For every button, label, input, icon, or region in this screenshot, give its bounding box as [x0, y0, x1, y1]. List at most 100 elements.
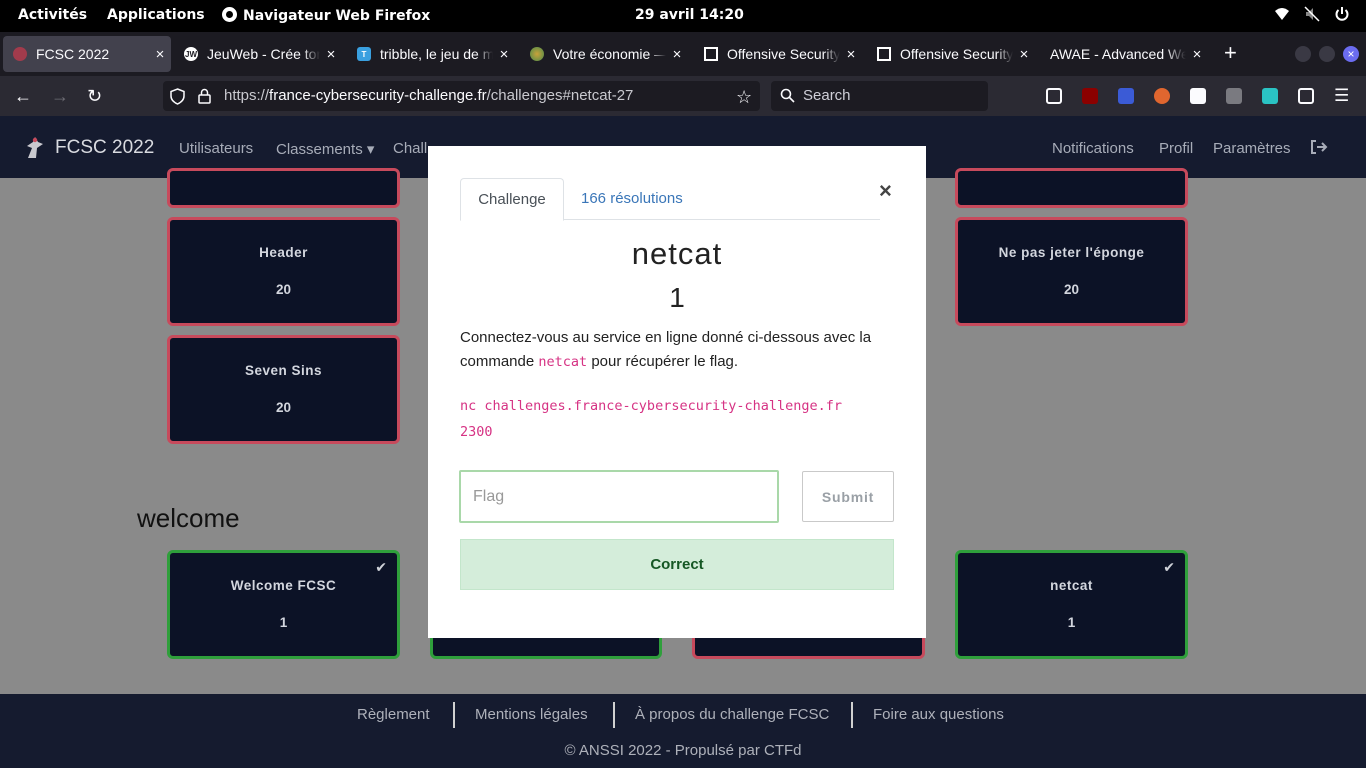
- tab-label: AWAE - Advanced We: [1050, 46, 1186, 62]
- tab-fcsc[interactable]: FCSC 2022 ×: [3, 36, 171, 72]
- challenge-card-partial[interactable]: [167, 168, 400, 208]
- tab-label: Offensive Security: [900, 46, 1013, 62]
- reload-icon[interactable]: ↻: [87, 86, 102, 106]
- wifi-icon[interactable]: [1274, 6, 1290, 26]
- close-tab-icon[interactable]: ×: [320, 46, 342, 63]
- tab-label: Votre économie —: [553, 46, 666, 62]
- window-title[interactable]: Navigateur Web Firefox: [222, 7, 430, 24]
- close-tab-icon[interactable]: ×: [1013, 46, 1035, 63]
- back-arrow-icon[interactable]: ←: [14, 86, 32, 106]
- extension-fox-icon[interactable]: [1154, 88, 1170, 104]
- extension-qr-icon[interactable]: [1298, 88, 1314, 104]
- shield-icon[interactable]: [170, 88, 185, 110]
- ublock-icon[interactable]: [1082, 88, 1098, 104]
- extension-glasses-icon[interactable]: [1190, 88, 1206, 104]
- search-bar[interactable]: Search: [771, 81, 988, 111]
- site-brand[interactable]: FCSC 2022: [55, 137, 154, 159]
- search-placeholder: Search: [803, 87, 851, 104]
- minimize-window-button[interactable]: [1295, 46, 1311, 62]
- tab-tribble[interactable]: T tribble, le jeu de m ×: [347, 36, 515, 72]
- hamburger-menu-icon[interactable]: ☰: [1334, 86, 1349, 106]
- clock[interactable]: 29 avril 14:20: [635, 7, 744, 23]
- footer-link-rules[interactable]: Règlement: [357, 706, 430, 723]
- new-tab-button[interactable]: +: [1224, 42, 1237, 64]
- bookmark-star-icon[interactable]: ☆: [736, 87, 752, 108]
- tab-awae[interactable]: AWAE - Advanced We ×: [1040, 36, 1208, 72]
- submit-button[interactable]: Submit: [802, 471, 894, 522]
- tab-jeuweb[interactable]: JW JeuWeb - Crée ton ×: [174, 36, 342, 72]
- nav-challenges[interactable]: Chall: [393, 140, 427, 157]
- applications-menu[interactable]: Applications: [107, 7, 205, 23]
- challenge-card-header[interactable]: Header 20: [167, 217, 400, 326]
- rooster-logo-icon[interactable]: [24, 136, 44, 160]
- tab-offsec-2[interactable]: Offensive Security ×: [867, 36, 1035, 72]
- challenge-card-netcat[interactable]: ✔ netcat 1: [955, 550, 1188, 659]
- tab-strip: FCSC 2022 × JW JeuWeb - Crée ton × T tri…: [0, 32, 1366, 76]
- challenge-card-seven-sins[interactable]: Seven Sins 20: [167, 335, 400, 444]
- url-text[interactable]: https://france-cybersecurity-challenge.f…: [224, 87, 633, 104]
- checkmark-icon: ✔: [1163, 559, 1175, 575]
- footer-separator: [613, 702, 615, 728]
- checkmark-icon: ✔: [375, 559, 387, 575]
- result-alert: Correct: [460, 539, 894, 590]
- description-text: pour récupérer le flag.: [587, 353, 739, 370]
- close-tab-icon[interactable]: ×: [840, 46, 862, 63]
- offsec-favicon-icon: [877, 47, 891, 61]
- search-icon: [780, 88, 795, 108]
- tab-economie[interactable]: Votre économie — ×: [520, 36, 688, 72]
- challenge-card-partial[interactable]: [955, 168, 1188, 208]
- nav-rankings[interactable]: Classements ▾: [276, 140, 374, 158]
- challenge-card-eponge[interactable]: Ne pas jeter l'éponge 20: [955, 217, 1188, 326]
- fcsc-favicon-icon: [13, 47, 27, 61]
- tab-offsec-1[interactable]: Offensive Security ×: [694, 36, 862, 72]
- activities-button[interactable]: Activités: [18, 7, 87, 23]
- firefox-icon: [222, 7, 237, 22]
- logout-icon[interactable]: [1310, 139, 1328, 160]
- footer-link-legal[interactable]: Mentions légales: [475, 706, 588, 723]
- command-port: 2300: [460, 424, 493, 440]
- challenge-description: Connectez-vous au service en ligne donné…: [460, 326, 900, 374]
- url-host: france-cybersecurity-challenge.fr: [269, 87, 487, 104]
- close-tab-icon[interactable]: ×: [493, 46, 515, 63]
- window-title-label: Navigateur Web Firefox: [243, 8, 431, 24]
- url-path: /challenges#netcat-27: [486, 87, 634, 104]
- footer-copyright: © ANSSI 2022 - Propulsé par CTFd: [564, 742, 802, 759]
- volume-muted-icon[interactable]: [1304, 6, 1320, 26]
- tab-label: Offensive Security: [727, 46, 840, 62]
- pocket-icon[interactable]: [1046, 88, 1062, 104]
- close-tab-icon[interactable]: ×: [666, 46, 688, 63]
- tab-solves[interactable]: 166 résolutions: [581, 190, 683, 207]
- extension-z-icon[interactable]: [1118, 88, 1134, 104]
- tab-challenge[interactable]: Challenge: [460, 178, 564, 221]
- card-name: netcat: [1050, 578, 1093, 593]
- card-points: 20: [1063, 282, 1080, 297]
- close-window-button[interactable]: ×: [1343, 46, 1359, 62]
- tab-label: JeuWeb - Crée ton: [207, 46, 320, 62]
- power-icon[interactable]: [1334, 6, 1350, 26]
- nav-notifications[interactable]: Notifications: [1052, 140, 1134, 157]
- system-tray[interactable]: [1274, 6, 1350, 26]
- close-modal-icon[interactable]: ×: [879, 178, 892, 204]
- nav-users[interactable]: Utilisateurs: [179, 140, 253, 157]
- footer-separator: [453, 702, 455, 728]
- forward-arrow-icon[interactable]: →: [51, 86, 69, 106]
- url-scheme: https://: [224, 87, 270, 104]
- nav-profile[interactable]: Profil: [1159, 140, 1193, 157]
- footer-link-faq[interactable]: Foire aux questions: [873, 706, 1004, 723]
- nav-settings[interactable]: Paramètres: [1213, 140, 1291, 157]
- jeuweb-favicon-icon: JW: [184, 47, 198, 61]
- footer-separator: [851, 702, 853, 728]
- challenge-card-welcome-fcsc[interactable]: ✔ Welcome FCSC 1: [167, 550, 400, 659]
- card-name: Welcome FCSC: [230, 578, 337, 593]
- extension-puzzle-icon[interactable]: [1226, 88, 1242, 104]
- command-line: nc challenges.france-cybersecurity-chall…: [460, 398, 843, 414]
- close-tab-icon[interactable]: ×: [1186, 46, 1208, 63]
- flag-input[interactable]: [459, 470, 779, 523]
- footer-link-about[interactable]: À propos du challenge FCSC: [635, 706, 829, 723]
- connection-command: nc challenges.france-cybersecurity-chall…: [460, 393, 880, 445]
- lock-icon[interactable]: [198, 88, 211, 109]
- extension-save-icon[interactable]: [1262, 88, 1278, 104]
- close-tab-icon[interactable]: ×: [149, 46, 171, 63]
- maximize-window-button[interactable]: [1319, 46, 1335, 62]
- challenge-title: netcat: [631, 236, 723, 271]
